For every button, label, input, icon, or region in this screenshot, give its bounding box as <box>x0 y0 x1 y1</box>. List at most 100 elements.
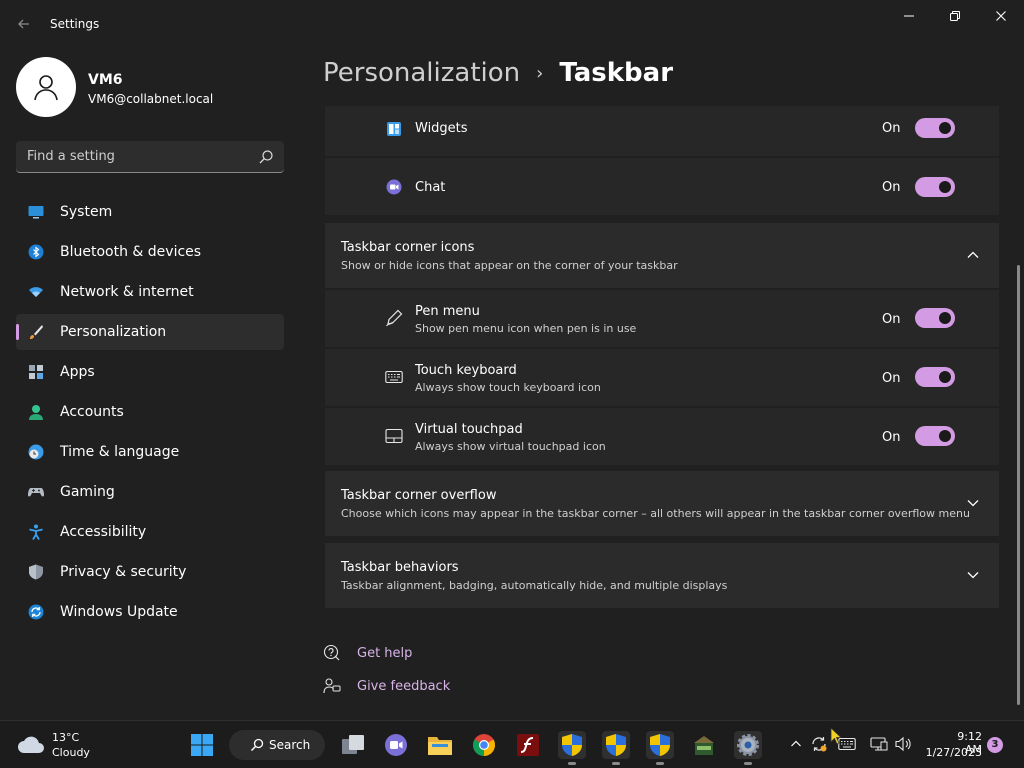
breadcrumb-separator: › <box>536 62 544 84</box>
folder-icon <box>428 737 452 755</box>
back-button[interactable] <box>12 12 36 36</box>
restore-button[interactable] <box>932 6 978 26</box>
wifi-icon <box>29 287 43 297</box>
widgets-row: Widgets On <box>325 106 999 156</box>
teams-chat-button[interactable] <box>382 731 410 759</box>
person-icon <box>29 405 43 420</box>
taskbar-search-label: Search <box>269 738 311 752</box>
virtual-touchpad-toggle[interactable] <box>915 426 955 446</box>
weather-temperature: 13°C <box>52 731 80 744</box>
behaviors-header[interactable]: Taskbar behaviors Taskbar alignment, bad… <box>325 543 999 608</box>
search-icon[interactable] <box>258 149 274 165</box>
task-view-button[interactable] <box>339 731 367 759</box>
app-title: Settings <box>50 17 100 31</box>
flash-player-button[interactable] <box>514 731 542 759</box>
user-email: VM6@collabnet.local <box>88 92 214 106</box>
help-icon <box>323 644 340 661</box>
avatar <box>16 57 76 117</box>
file-explorer-button[interactable] <box>426 731 454 759</box>
corner-overflow-header[interactable]: Taskbar corner overflow Choose which ico… <box>325 471 999 536</box>
widgets-toggle[interactable] <box>915 118 955 138</box>
user-profile[interactable]: VM6 VM6@collabnet.local <box>16 57 213 117</box>
corner-overflow-description: Choose which icons may appear in the tas… <box>341 507 970 520</box>
network-icon <box>870 737 888 751</box>
breadcrumb-parent[interactable]: Personalization <box>323 58 520 88</box>
sidebar-item-gaming[interactable]: Gaming <box>16 474 284 510</box>
cloud-icon <box>18 736 44 753</box>
bluetooth-icon <box>28 244 44 260</box>
taskbar-search[interactable]: Search <box>229 730 325 760</box>
gamepad-icon <box>28 488 44 497</box>
shield-icon <box>562 734 582 756</box>
start-button[interactable] <box>188 731 216 759</box>
notification-badge[interactable]: 3 <box>987 737 1003 753</box>
sidebar-item-label: Time & language <box>60 444 180 460</box>
pen-menu-toggle[interactable] <box>915 308 955 328</box>
sidebar-item-personalization[interactable]: Personalization <box>16 314 284 350</box>
accessibility-icon <box>29 524 43 540</box>
game-app-button[interactable] <box>690 731 718 759</box>
pen-icon <box>385 309 403 327</box>
corner-overflow-title: Taskbar corner overflow <box>341 488 497 503</box>
chevron-down-icon[interactable] <box>966 496 980 510</box>
search-input[interactable] <box>16 141 246 172</box>
sidebar-item-label: Accounts <box>60 404 124 420</box>
show-hidden-icons-button[interactable] <box>787 735 805 753</box>
uac-shield-window-2[interactable] <box>602 731 630 765</box>
sidebar-item-accessibility[interactable]: Accessibility <box>16 514 284 550</box>
give-feedback-link[interactable]: Give feedback <box>357 679 450 694</box>
flash-icon <box>517 734 539 756</box>
corner-icons-description: Show or hide icons that appear on the co… <box>341 259 678 272</box>
sidebar-nav: System Bluetooth & devices Network & int… <box>16 194 284 634</box>
breadcrumb: Personalization › Taskbar <box>323 58 673 88</box>
behaviors-description: Taskbar alignment, badging, automaticall… <box>341 579 728 592</box>
touch-keyboard-toggle[interactable] <box>915 367 955 387</box>
sidebar-item-time-language[interactable]: Time & language <box>16 434 284 470</box>
brush-icon <box>30 325 43 339</box>
touch-keyboard-title: Touch keyboard <box>415 363 517 378</box>
widgets-label: Widgets <box>415 121 468 136</box>
feedback-icon <box>323 678 341 694</box>
sidebar-item-label: Bluetooth & devices <box>60 244 202 260</box>
chevron-down-icon[interactable] <box>966 568 980 582</box>
volume-tray-button[interactable] <box>894 735 912 753</box>
behaviors-title: Taskbar behaviors <box>341 560 459 575</box>
sidebar-item-privacy[interactable]: Privacy & security <box>16 554 284 590</box>
sidebar-item-accounts[interactable]: Accounts <box>16 394 284 430</box>
sidebar-item-network[interactable]: Network & internet <box>16 274 284 310</box>
page-title: Taskbar <box>559 58 674 88</box>
shield-icon <box>606 734 626 756</box>
settings-app-button[interactable] <box>734 731 762 765</box>
task-view-icon <box>342 735 364 754</box>
corner-icons-header[interactable]: Taskbar corner icons Show or hide icons … <box>325 223 999 288</box>
chat-toggle[interactable] <box>915 177 955 197</box>
close-icon <box>996 11 1006 21</box>
search-icon <box>250 738 264 752</box>
corner-icons-title: Taskbar corner icons <box>341 240 475 255</box>
virtual-touchpad-row: Virtual touchpad Always show virtual tou… <box>325 408 999 465</box>
sidebar-item-label: System <box>60 204 113 220</box>
search-box <box>16 141 284 173</box>
scrollbar[interactable] <box>1017 265 1020 705</box>
touch-keyboard-description: Always show touch keyboard icon <box>415 381 601 394</box>
pen-menu-row: Pen menu Show pen menu icon when pen is … <box>325 290 999 347</box>
pen-menu-state: On <box>882 312 901 327</box>
back-arrow-icon <box>18 19 29 29</box>
widgets-icon <box>385 120 403 138</box>
close-button[interactable] <box>978 6 1024 26</box>
minimize-button[interactable] <box>886 6 932 26</box>
chrome-button[interactable] <box>470 731 498 759</box>
uac-shield-window-1[interactable] <box>558 731 586 765</box>
touchpad-icon <box>385 427 403 445</box>
sidebar-item-apps[interactable]: Apps <box>16 354 284 390</box>
uac-shield-window-3[interactable] <box>646 731 674 765</box>
sidebar-item-system[interactable]: System <box>16 194 284 230</box>
sync-status-button[interactable] <box>810 735 828 753</box>
shield-icon <box>29 564 43 580</box>
sidebar-item-bluetooth[interactable]: Bluetooth & devices <box>16 234 284 270</box>
network-tray-button[interactable] <box>870 735 888 753</box>
sidebar-item-windows-update[interactable]: Windows Update <box>16 594 284 630</box>
chevron-up-icon[interactable] <box>966 248 980 262</box>
sidebar-item-label: Accessibility <box>60 524 147 540</box>
get-help-link[interactable]: Get help <box>357 646 412 661</box>
